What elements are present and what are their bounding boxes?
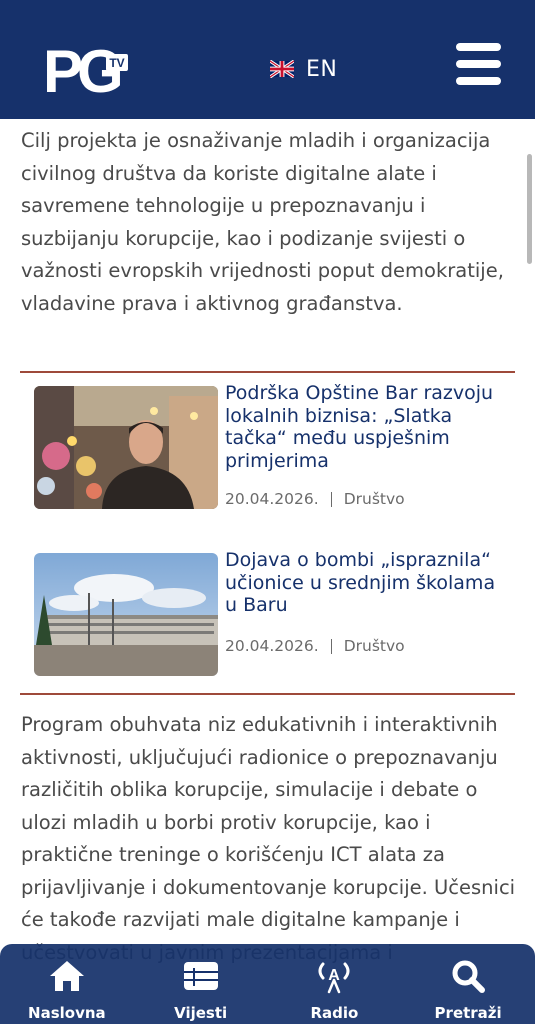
- news-list-icon: [183, 962, 218, 990]
- article-paragraph-intro: Cilj projekta je osnaživanje mladih i or…: [21, 129, 504, 315]
- home-icon: [49, 961, 84, 991]
- article-date: 20.04.2026.: [225, 490, 319, 508]
- section-divider: [20, 371, 515, 373]
- article-title[interactable]: Dojava o bombi „ispraznila“ učionice u s…: [225, 549, 505, 617]
- app-header: PG TV EN: [0, 0, 535, 119]
- language-switcher[interactable]: EN: [270, 55, 337, 83]
- nav-item-home[interactable]: Naslovna: [0, 944, 134, 1024]
- nav-label: Pretraži: [434, 1004, 502, 1022]
- pg-tv-logo[interactable]: PG TV: [43, 38, 129, 105]
- search-icon: [452, 960, 486, 993]
- related-article-card[interactable]: Dojava o bombi „ispraznila“ učionice u s…: [34, 549, 504, 677]
- article-paragraph-program: Program obuhvata niz edukativnih i inter…: [21, 713, 516, 964]
- article-category[interactable]: Društvo: [344, 490, 405, 508]
- uk-flag-icon: [270, 60, 294, 78]
- nav-label: Vijesti: [174, 1004, 228, 1022]
- nav-label: Radio: [310, 1004, 359, 1022]
- nav-item-news[interactable]: Vijesti: [134, 944, 268, 1024]
- article-meta: 20.04.2026. Društvo: [225, 637, 405, 655]
- article-title[interactable]: Podrška Opštine Bar razvoju lokalnih biz…: [225, 382, 505, 472]
- article-date: 20.04.2026.: [225, 637, 319, 655]
- article-meta: 20.04.2026. Društvo: [225, 490, 405, 508]
- nav-item-radio[interactable]: A Radio: [268, 944, 402, 1024]
- meta-separator: [330, 491, 332, 507]
- meta-separator: [330, 638, 332, 654]
- scrollbar-thumb[interactable]: [527, 154, 532, 264]
- article-thumbnail-sweet-shop[interactable]: [34, 386, 218, 509]
- logo-tv-text: TV: [109, 56, 124, 70]
- radio-icon: A: [318, 962, 350, 994]
- related-article-card[interactable]: Podrška Opštine Bar razvoju lokalnih biz…: [34, 382, 504, 510]
- nav-item-search[interactable]: Pretraži: [401, 944, 535, 1024]
- article-category[interactable]: Društvo: [344, 637, 405, 655]
- language-label: EN: [306, 56, 338, 82]
- bottom-navigation-bar: Naslovna Vijesti A Radio Pretraži: [0, 944, 535, 1024]
- hamburger-menu-icon[interactable]: [456, 43, 501, 85]
- nav-label: Naslovna: [28, 1004, 106, 1022]
- section-divider: [20, 693, 515, 695]
- article-thumbnail-school-building[interactable]: [34, 553, 218, 676]
